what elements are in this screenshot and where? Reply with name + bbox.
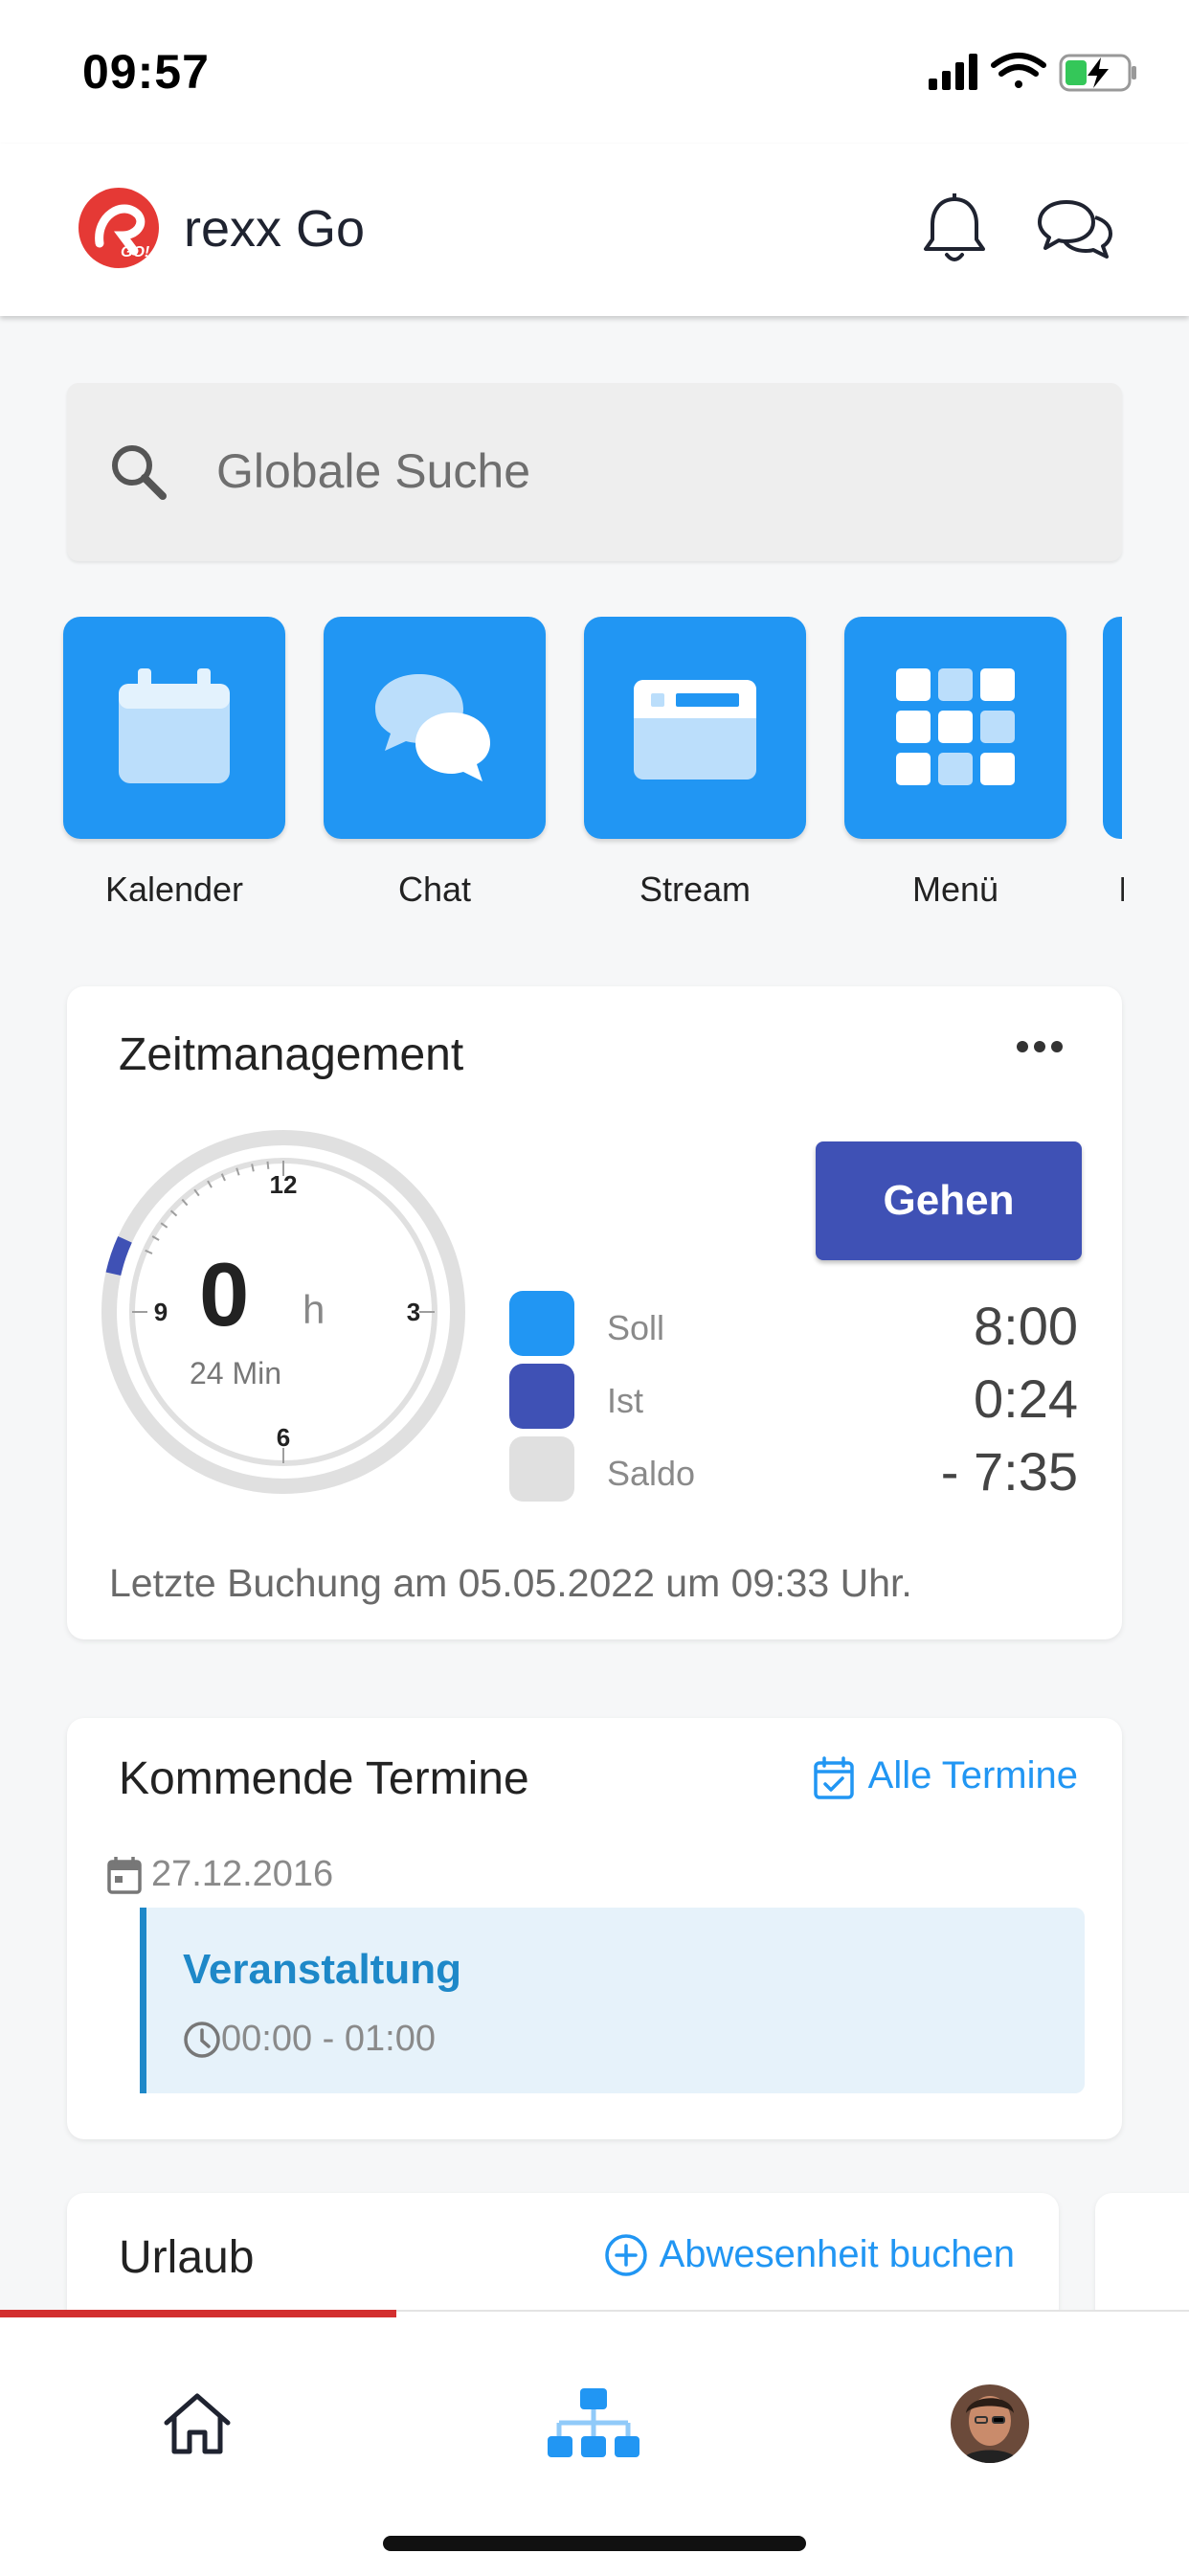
legend-value-ist: 0:24 bbox=[974, 1368, 1078, 1429]
notifications-bell-icon[interactable] bbox=[921, 193, 988, 266]
rexx-logo-icon: GO! bbox=[79, 188, 159, 268]
legend-swatch-saldo bbox=[509, 1436, 574, 1502]
tile-label-chat: Chat bbox=[397, 870, 472, 909]
calendar-check-icon bbox=[813, 1756, 854, 1799]
app-header: GO! rexx Go bbox=[0, 144, 1189, 316]
tile-stream[interactable] bbox=[584, 617, 806, 839]
tile-kalender[interactable] bbox=[63, 617, 285, 839]
alle-termine-link[interactable]: Alle Termine bbox=[813, 1754, 1078, 1799]
work-time-clock: 12 3 6 9 bbox=[101, 1130, 465, 1494]
legend-swatch-soll bbox=[509, 1291, 574, 1356]
org-chart-icon[interactable] bbox=[548, 2386, 639, 2461]
signal-icon bbox=[929, 54, 977, 90]
gehen-button[interactable]: Gehen bbox=[816, 1141, 1082, 1260]
more-options-icon[interactable] bbox=[1017, 1040, 1070, 1055]
calendar-small-icon bbox=[107, 1857, 142, 1894]
grid-icon bbox=[896, 668, 1015, 785]
tile-label-stream: Stream bbox=[639, 870, 752, 909]
clock-label-12: 12 bbox=[270, 1170, 298, 1199]
abwesenheit-buchen-link[interactable]: Abwesenheit buchen bbox=[604, 2233, 1015, 2276]
clock-label-6: 6 bbox=[277, 1423, 290, 1452]
clock-hours-unit: h bbox=[303, 1287, 325, 1332]
clock-hours: 0 bbox=[199, 1244, 250, 1344]
status-bar: 09:57 bbox=[0, 0, 1189, 144]
legend-value-saldo: - 7:35 bbox=[940, 1441, 1078, 1502]
active-tab-indicator bbox=[0, 2310, 396, 2317]
legend-label-ist: Ist bbox=[607, 1381, 644, 1420]
legend-label-soll: Soll bbox=[607, 1308, 665, 1347]
svg-text:GO!: GO! bbox=[121, 244, 150, 260]
progress-arc bbox=[105, 1235, 132, 1277]
event-title: Veranstaltung bbox=[183, 1946, 461, 1993]
global-search-field[interactable]: Globale Suche bbox=[67, 383, 1122, 561]
dial-tick bbox=[266, 1161, 270, 1169]
home-indicator bbox=[383, 2536, 806, 2551]
legend-value-soll: 8:00 bbox=[974, 1296, 1078, 1356]
abwesenheit-buchen-label: Abwesenheit buchen bbox=[659, 2233, 1015, 2275]
last-booking-text: Letzte Buchung am 05.05.2022 um 09:33 Uh… bbox=[109, 1561, 912, 1605]
quick-access-tiles: Kalender Chat Stream Menü I bbox=[0, 617, 1189, 923]
calendar-icon bbox=[119, 668, 230, 783]
search-icon bbox=[112, 445, 167, 500]
bottom-navigation bbox=[0, 2310, 1189, 2576]
urlaub-title: Urlaub bbox=[119, 2232, 255, 2283]
tile-menu[interactable] bbox=[844, 617, 1066, 839]
tile-label-partial: I bbox=[1118, 870, 1124, 909]
event-item[interactable]: Veranstaltung 00:00 - 01:00 bbox=[140, 1908, 1085, 2093]
messages-icon[interactable] bbox=[1036, 196, 1114, 263]
search-placeholder: Globale Suche bbox=[216, 444, 531, 498]
alle-termine-label: Alle Termine bbox=[867, 1754, 1078, 1796]
tile-chat[interactable] bbox=[324, 617, 546, 839]
clock-label-3: 3 bbox=[407, 1298, 420, 1326]
wifi-icon bbox=[991, 53, 1046, 88]
tile-label-menu: Menü bbox=[911, 870, 999, 909]
event-time: 00:00 - 01:00 bbox=[221, 2019, 436, 2059]
tile-partial[interactable] bbox=[1103, 617, 1122, 839]
app-title: rexx Go bbox=[184, 200, 366, 258]
termine-card: Kommende Termine Alle Termine 27.12.2016… bbox=[67, 1718, 1122, 2139]
zeitmanagement-title: Zeitmanagement bbox=[119, 1029, 464, 1080]
legend-label-saldo: Saldo bbox=[607, 1454, 696, 1493]
termin-date-text: 27.12.2016 bbox=[151, 1854, 334, 1894]
stream-icon bbox=[634, 680, 756, 780]
clock-minutes: 24 Min bbox=[190, 1356, 282, 1390]
tile-label-kalender: Kalender bbox=[104, 870, 244, 909]
chat-bubbles-icon bbox=[375, 674, 490, 781]
battery-charging-icon bbox=[1059, 54, 1136, 92]
zeitmanagement-card: Zeitmanagement 12 3 6 9 0 h 24 Min Gehen… bbox=[67, 986, 1122, 1639]
home-icon[interactable] bbox=[161, 2390, 234, 2457]
legend-swatch-ist bbox=[509, 1364, 574, 1429]
clock-label-9: 9 bbox=[154, 1298, 168, 1326]
add-circle-icon bbox=[604, 2234, 647, 2276]
user-avatar[interactable] bbox=[951, 2384, 1029, 2463]
termine-title: Kommende Termine bbox=[119, 1753, 529, 1804]
clock-icon bbox=[184, 2022, 220, 2058]
status-time: 09:57 bbox=[82, 45, 210, 99]
status-icons bbox=[929, 53, 1136, 92]
